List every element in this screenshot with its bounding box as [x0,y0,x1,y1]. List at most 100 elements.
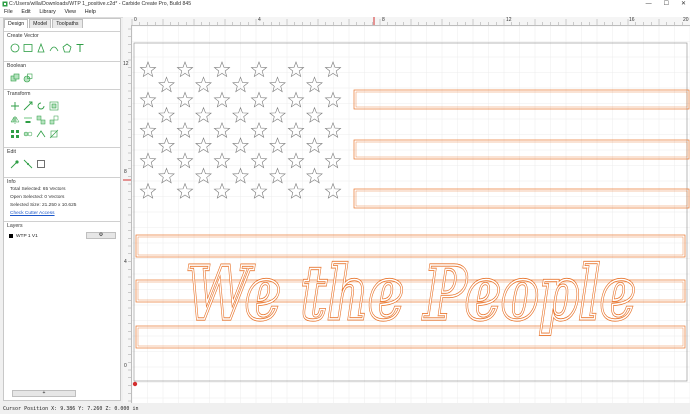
star-vector [287,182,305,199]
star-vector [287,61,305,78]
stripe-outline [353,188,690,209]
star-vector [324,121,342,138]
star-vector [269,137,286,154]
rotate-icon[interactable] [36,101,46,111]
star-vector [195,76,212,93]
tab-model[interactable]: Model [29,19,52,28]
star-vector [195,106,212,123]
star-vector [250,91,268,108]
section-transform: Transform [4,89,120,97]
star-vector [213,61,231,78]
pentagon-icon[interactable] [62,43,72,53]
join-icon[interactable] [36,129,46,139]
layer-color-swatch [9,234,13,238]
menu-file[interactable]: File [4,8,13,17]
star-vector [306,167,323,184]
group-icon[interactable] [36,115,46,125]
status-bar: Cursor Position X: 9.386 Y: 7.260 Z: 0.0… [0,404,690,414]
circle-icon[interactable] [10,43,20,53]
node-edit-icon[interactable] [10,159,20,169]
star-vector [158,167,175,184]
curve-icon[interactable] [49,43,59,53]
info-selected-size: Selected Size: 21.250 x 10.625 [10,203,77,208]
star-vector [250,61,268,78]
menu-help[interactable]: Help [85,8,96,17]
star-vector [324,61,342,78]
panel-tabs: Design Model Toolpaths [4,19,84,28]
star-vector [139,121,157,138]
star-vector [324,91,342,108]
star-vector [158,137,175,154]
section-info: Info [4,177,120,185]
star-vector [158,106,175,123]
star-vector [250,121,268,138]
star-vector [306,137,323,154]
star-vector [306,76,323,93]
close-button[interactable]: ✕ [681,0,686,8]
layer-settings-button[interactable]: ⚙ [86,232,116,239]
mirror-icon[interactable] [10,115,20,125]
app-icon [2,1,8,7]
distribute-icon[interactable] [23,129,33,139]
origin-marker [132,381,138,387]
star-vector [176,61,194,78]
star-vector [269,106,286,123]
layer-name: WTP 1 V1 [16,233,38,239]
star-vector [139,91,157,108]
info-total-selected: Total Selected: 65 Vectors [10,187,66,192]
star-vector [195,137,212,154]
stripe-outline [353,139,690,160]
add-layer-button[interactable]: + [12,390,76,397]
menu-edit[interactable]: Edit [21,8,30,17]
trim-icon[interactable] [49,129,59,139]
design-area[interactable]: We the PeopleWe the People [132,26,690,403]
star-vector [139,182,157,199]
star-vector [176,182,194,199]
star-vector [158,76,175,93]
move-icon[interactable] [10,101,20,111]
cursor-position: Cursor Position X: 9.386 Y: 7.260 Z: 0.0… [3,406,139,412]
check-cutter-access-link[interactable]: Check Cutter Access [10,211,55,217]
size-icon[interactable] [36,159,46,169]
title-bar: C:/Users/willa/Downloads/WTP 1_positive.… [0,0,690,8]
star-vector [269,167,286,184]
tab-design[interactable]: Design [4,19,29,28]
star-vector [287,91,305,108]
star-vector [195,167,212,184]
ungroup-icon[interactable] [49,115,59,125]
section-create-vector: Create Vector [4,31,120,39]
stripe-outline [353,89,690,110]
window-title: C:/Users/willa/Downloads/WTP 1_positive.… [9,1,192,7]
union-icon[interactable] [10,73,20,83]
menu-library[interactable]: Library [39,8,55,17]
offset-icon[interactable] [49,101,59,111]
minimize-button[interactable]: — [646,0,652,8]
star-vector [213,91,231,108]
we-the-people-inner: We the People [186,251,636,337]
star-vector [213,182,231,199]
section-layers: Layers [4,221,120,229]
menu-view[interactable]: View [64,8,76,17]
design-canvas[interactable]: 0 4 8 12 16 20 12 8 4 0 We the People We … [123,17,690,403]
scale-icon[interactable] [23,101,33,111]
stripe-outline [355,91,688,108]
knife-icon[interactable] [23,159,33,169]
star-vector [287,121,305,138]
section-edit: Edit [4,147,120,155]
star-vector [306,106,323,123]
tab-toolpaths[interactable]: Toolpaths [52,19,83,28]
info-open-selected: Open Selected: 0 Vectors [10,195,65,200]
array-icon[interactable] [10,129,20,139]
stripe-outline [355,141,688,158]
subtract-icon[interactable] [23,73,33,83]
star-vector [213,121,231,138]
star-vector [269,76,286,93]
section-boolean: Boolean [4,61,120,69]
left-panel: Design Model Toolpaths Create Vector Boo… [3,18,121,401]
maximize-button[interactable]: ☐ [664,0,669,8]
text-icon[interactable] [75,43,85,53]
rectangle-icon[interactable] [23,43,33,53]
star-vector [176,121,194,138]
polygon-icon[interactable] [36,43,46,53]
align-icon[interactable] [23,115,33,125]
